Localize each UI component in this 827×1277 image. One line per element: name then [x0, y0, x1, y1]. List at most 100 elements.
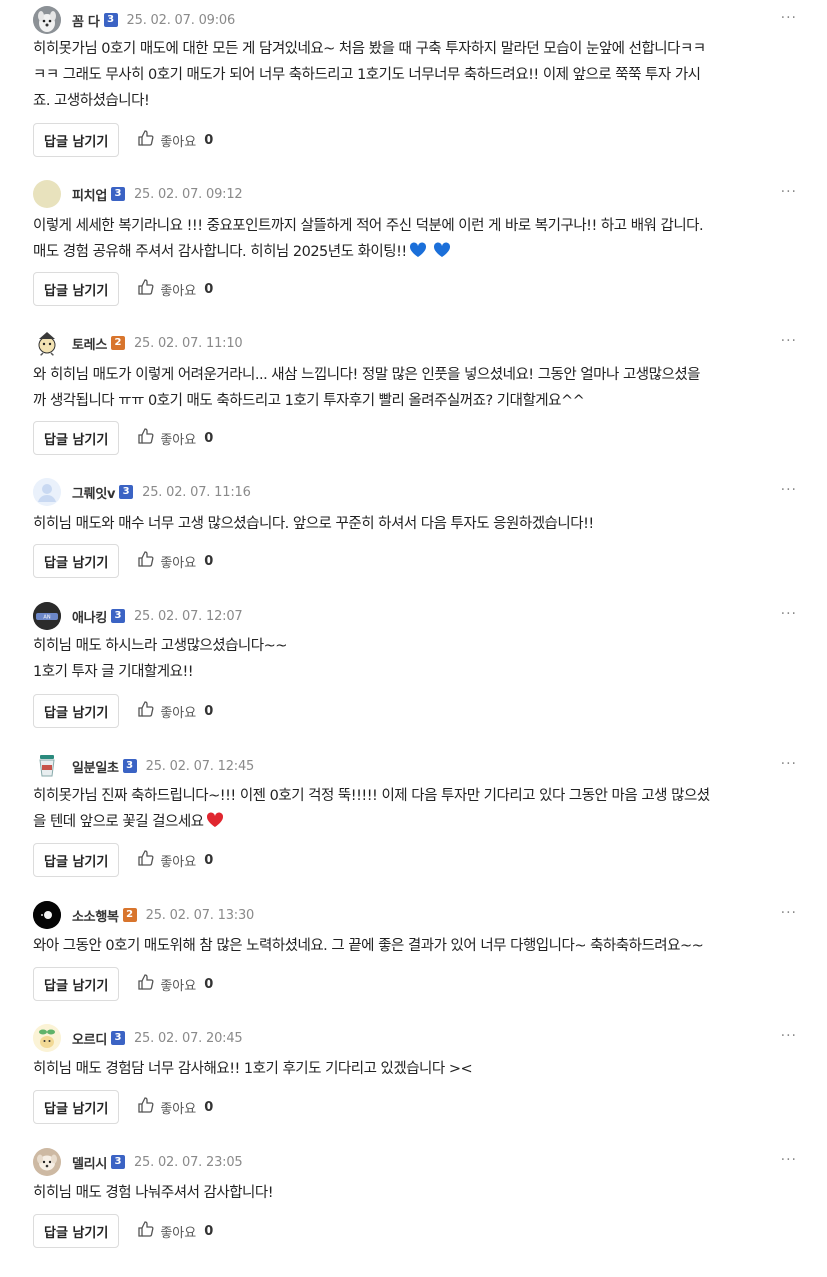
like-label: 좋아요 [160, 978, 197, 994]
thumbs-up-icon [137, 700, 155, 722]
like-button[interactable]: 좋아요 0 [137, 1220, 213, 1242]
like-count: 0 [204, 852, 214, 868]
comment-date: 25. 02. 07. 11:16 [142, 484, 251, 500]
thumbs-up-icon [137, 849, 155, 871]
avatar[interactable] [33, 329, 61, 357]
comment-date: 25. 02. 07. 09:12 [133, 186, 243, 202]
reply-button[interactable]: 답글 남기기 [33, 421, 120, 455]
more-options-icon[interactable]: ··· [781, 1152, 797, 1168]
comment-meta: 소소행복 2 25. 02. 07. 13:30 [33, 900, 254, 930]
comment-text: 히히못가님 0호기 매도에 대한 모든 게 담겨있네요~ 처음 봤을 때 구축 … [33, 41, 706, 109]
reply-button[interactable]: 답글 남기기 [33, 123, 120, 157]
like-button[interactable]: 좋아요 0 [137, 278, 213, 300]
avatar[interactable] [33, 478, 61, 506]
comment-text: 와 히히님 매도가 이렇게 어려운거라니... 새삼 느낍니다! 정말 많은 인… [33, 367, 701, 409]
avatar[interactable] [33, 901, 61, 929]
thumbs-up-icon [137, 1096, 155, 1118]
like-label: 좋아요 [160, 283, 197, 299]
author-name[interactable]: 일분일초 [72, 757, 119, 776]
thumbs-up-icon [137, 973, 155, 995]
like-count: 0 [204, 1223, 214, 1239]
reply-button[interactable]: 답글 남기기 [33, 1214, 120, 1248]
more-options-icon[interactable]: ··· [781, 1028, 797, 1044]
author-name[interactable]: 소소행복 [72, 906, 119, 925]
comment-actions: 답글 남기기 좋아요 0 [33, 694, 213, 728]
author-name[interactable]: 그뤠잇v [72, 483, 115, 502]
like-label: 좋아요 [160, 854, 197, 870]
like-button[interactable]: 좋아요 0 [137, 1096, 213, 1118]
comment-actions: 답글 남기기 좋아요 0 [33, 123, 213, 157]
avatar[interactable] [33, 6, 61, 34]
avatar[interactable] [33, 1148, 61, 1176]
comment-meta: 델리시 3 25. 02. 07. 23:05 [33, 1147, 243, 1177]
more-options-icon[interactable]: ··· [781, 606, 797, 622]
like-count: 0 [204, 132, 214, 148]
comment-text: 히히님 매도 경험담 너무 감사해요!! 1호기 후기도 기다리고 있겠습니다 … [33, 1061, 473, 1077]
author-name[interactable]: 피치업 [72, 185, 107, 204]
author-name[interactable]: 델리시 [72, 1153, 107, 1172]
red-heart-icon [206, 811, 224, 837]
comment-actions: 답글 남기기 좋아요 0 [33, 1214, 213, 1248]
comment-text: 이렇게 세세한 복기라니요 !!! 중요포인트까지 살뜰하게 적어 주신 덕분에… [33, 213, 803, 267]
like-button[interactable]: 좋아요 0 [137, 700, 213, 722]
thumbs-up-icon [137, 1220, 155, 1242]
avatar[interactable] [33, 752, 61, 780]
reply-button[interactable]: 답글 남기기 [33, 967, 120, 1001]
like-button[interactable]: 좋아요 0 [137, 129, 213, 151]
like-label: 좋아요 [160, 432, 197, 448]
comment-date: 25. 02. 07. 23:05 [133, 1154, 243, 1170]
more-options-icon[interactable]: ··· [781, 482, 797, 498]
level-badge: 3 [119, 485, 134, 499]
comment-date: 25. 02. 07. 20:45 [133, 1030, 243, 1046]
comment-meta: 꼼 다 3 25. 02. 07. 09:06 [33, 5, 235, 35]
author-name[interactable]: 꼼 다 [72, 11, 100, 30]
like-label: 좋아요 [160, 1225, 197, 1241]
blue-heart-icon [409, 241, 427, 267]
reply-button[interactable]: 답글 남기기 [33, 272, 120, 306]
avatar[interactable]: AN [33, 602, 61, 630]
comment-date: 25. 02. 07. 13:30 [145, 907, 255, 923]
blue-heart-icon [433, 241, 451, 267]
comment-date: 25. 02. 07. 12:45 [145, 758, 255, 774]
comment-text: 와아 그동안 0호기 매도위해 참 많은 노력하셨네요. 그 끝에 좋은 결과가… [33, 938, 704, 954]
like-count: 0 [204, 703, 214, 719]
avatar[interactable] [33, 1024, 61, 1052]
comment-meta: 토레스 2 25. 02. 07. 11:10 [33, 328, 243, 358]
more-options-icon[interactable]: ··· [781, 333, 797, 349]
like-count: 0 [204, 553, 214, 569]
reply-button[interactable]: 답글 남기기 [33, 1090, 120, 1124]
author-name[interactable]: 토레스 [72, 334, 107, 353]
like-label: 좋아요 [160, 555, 197, 571]
comment-meta: AN 애나킹 3 25. 02. 07. 12:07 [33, 601, 243, 631]
comment-meta: 오르디 3 25. 02. 07. 20:45 [33, 1023, 243, 1053]
more-options-icon[interactable]: ··· [781, 10, 797, 26]
comment-text: 히히님 매도 경험 나눠주셔서 감사합니다! [33, 1185, 274, 1201]
comment-actions: 답글 남기기 좋아요 0 [33, 544, 213, 578]
author-name[interactable]: 오르디 [72, 1029, 107, 1048]
comment-actions: 답글 남기기 좋아요 0 [33, 843, 213, 877]
comment-text: 히히님 매도와 매수 너무 고생 많으셨습니다. 앞으로 꾸준히 하셔서 다음 … [33, 516, 594, 532]
thumbs-up-icon [137, 278, 155, 300]
like-count: 0 [204, 430, 214, 446]
reply-button[interactable]: 답글 남기기 [33, 843, 120, 877]
like-button[interactable]: 좋아요 0 [137, 550, 213, 572]
like-count: 0 [204, 281, 214, 297]
like-button[interactable]: 좋아요 0 [137, 973, 213, 995]
level-badge: 3 [110, 1031, 125, 1045]
level-badge: 2 [122, 908, 137, 922]
like-button[interactable]: 좋아요 0 [137, 427, 213, 449]
reply-button[interactable]: 답글 남기기 [33, 694, 120, 728]
author-name[interactable]: 애나킹 [72, 607, 107, 626]
level-badge: 3 [122, 759, 137, 773]
svg-text:AN: AN [43, 615, 50, 621]
avatar[interactable] [33, 180, 61, 208]
comment-text: 히히님 매도 하시느라 고생많으셨습니다~~ 1호기 투자 글 기대할게요!! [33, 638, 287, 680]
level-badge: 3 [110, 1155, 125, 1169]
more-options-icon[interactable]: ··· [781, 905, 797, 921]
like-count: 0 [204, 976, 214, 992]
like-button[interactable]: 좋아요 0 [137, 849, 213, 871]
more-options-icon[interactable]: ··· [781, 756, 797, 772]
reply-button[interactable]: 답글 남기기 [33, 544, 120, 578]
comment-text-content: 이렇게 세세한 복기라니요 !!! 중요포인트까지 살뜰하게 적어 주신 덕분에… [33, 218, 704, 260]
more-options-icon[interactable]: ··· [781, 184, 797, 200]
